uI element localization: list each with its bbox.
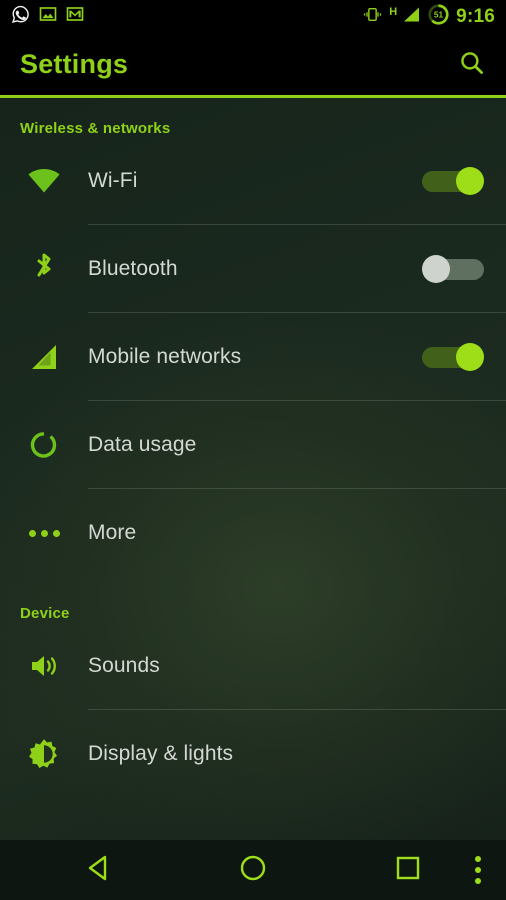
phone-screen: H 51 9:16 Settings Wireless & networks W…	[0, 0, 506, 900]
search-button[interactable]	[454, 47, 490, 83]
section-header-device: Device	[20, 605, 70, 622]
wifi-icon	[0, 168, 88, 194]
settings-row-more[interactable]: More	[0, 489, 506, 577]
settings-row-label: Mobile networks	[88, 345, 242, 368]
settings-row-wifi[interactable]: Wi-Fi	[0, 137, 506, 225]
nav-recents-button[interactable]	[377, 840, 439, 900]
whatsapp-icon	[11, 5, 30, 29]
settings-row-data-usage[interactable]: Data usage	[0, 401, 506, 489]
toggle-thumb	[422, 255, 450, 283]
brightness-icon	[0, 738, 88, 770]
settings-row-bluetooth[interactable]: Bluetooth	[0, 225, 506, 313]
status-bar: H 51 9:16	[0, 0, 506, 33]
home-circle-icon	[239, 854, 267, 887]
data-usage-icon	[0, 430, 88, 460]
mobile-networks-toggle[interactable]	[422, 343, 484, 371]
settings-row-display-lights[interactable]: Display & lights	[0, 710, 506, 798]
page-title: Settings	[20, 49, 129, 79]
battery-icon: 51	[428, 3, 449, 30]
recents-square-icon	[395, 855, 421, 886]
signal-icon	[401, 6, 421, 28]
settings-row-label: Sounds	[88, 654, 160, 677]
clock-label: 9:16	[456, 6, 495, 27]
section-header-wireless: Wireless & networks	[20, 120, 171, 137]
three-dots	[28, 529, 60, 537]
accent-divider	[0, 95, 506, 98]
nav-menu-button[interactable]	[455, 840, 501, 900]
toggle-thumb	[456, 167, 484, 195]
signal-icon	[0, 343, 88, 371]
navigation-bar	[0, 840, 506, 900]
sound-icon	[0, 652, 88, 680]
nav-home-button[interactable]	[222, 840, 284, 900]
network-type-label: H	[389, 5, 398, 18]
bluetooth-toggle[interactable]	[422, 255, 484, 283]
status-bar-left-icons	[0, 5, 84, 29]
status-bar-right-icons: H 51 9:16	[363, 3, 506, 30]
vibrate-icon	[363, 6, 382, 28]
gmail-icon	[66, 5, 84, 28]
wifi-toggle[interactable]	[422, 167, 484, 195]
back-triangle-icon	[86, 854, 112, 887]
settings-row-sounds[interactable]: Sounds	[0, 622, 506, 710]
settings-row-mobile-networks[interactable]: Mobile networks	[0, 313, 506, 401]
bluetooth-icon	[0, 252, 88, 286]
settings-row-label: Wi-Fi	[88, 169, 138, 192]
app-bar: Settings	[0, 33, 506, 95]
battery-level-label: 51	[434, 9, 444, 19]
toggle-thumb	[456, 343, 484, 371]
more-icon	[0, 529, 88, 537]
settings-row-label: Bluetooth	[88, 257, 178, 280]
gallery-icon	[39, 5, 57, 28]
nav-back-button[interactable]	[68, 840, 130, 900]
search-icon	[458, 49, 486, 82]
settings-row-label: More	[88, 521, 137, 544]
overflow-menu-icon	[475, 856, 481, 884]
settings-row-label: Display & lights	[88, 742, 234, 765]
settings-row-label: Data usage	[88, 433, 197, 456]
settings-list: Wireless & networks Wi-Fi Bluetooth Mobi…	[0, 98, 506, 840]
